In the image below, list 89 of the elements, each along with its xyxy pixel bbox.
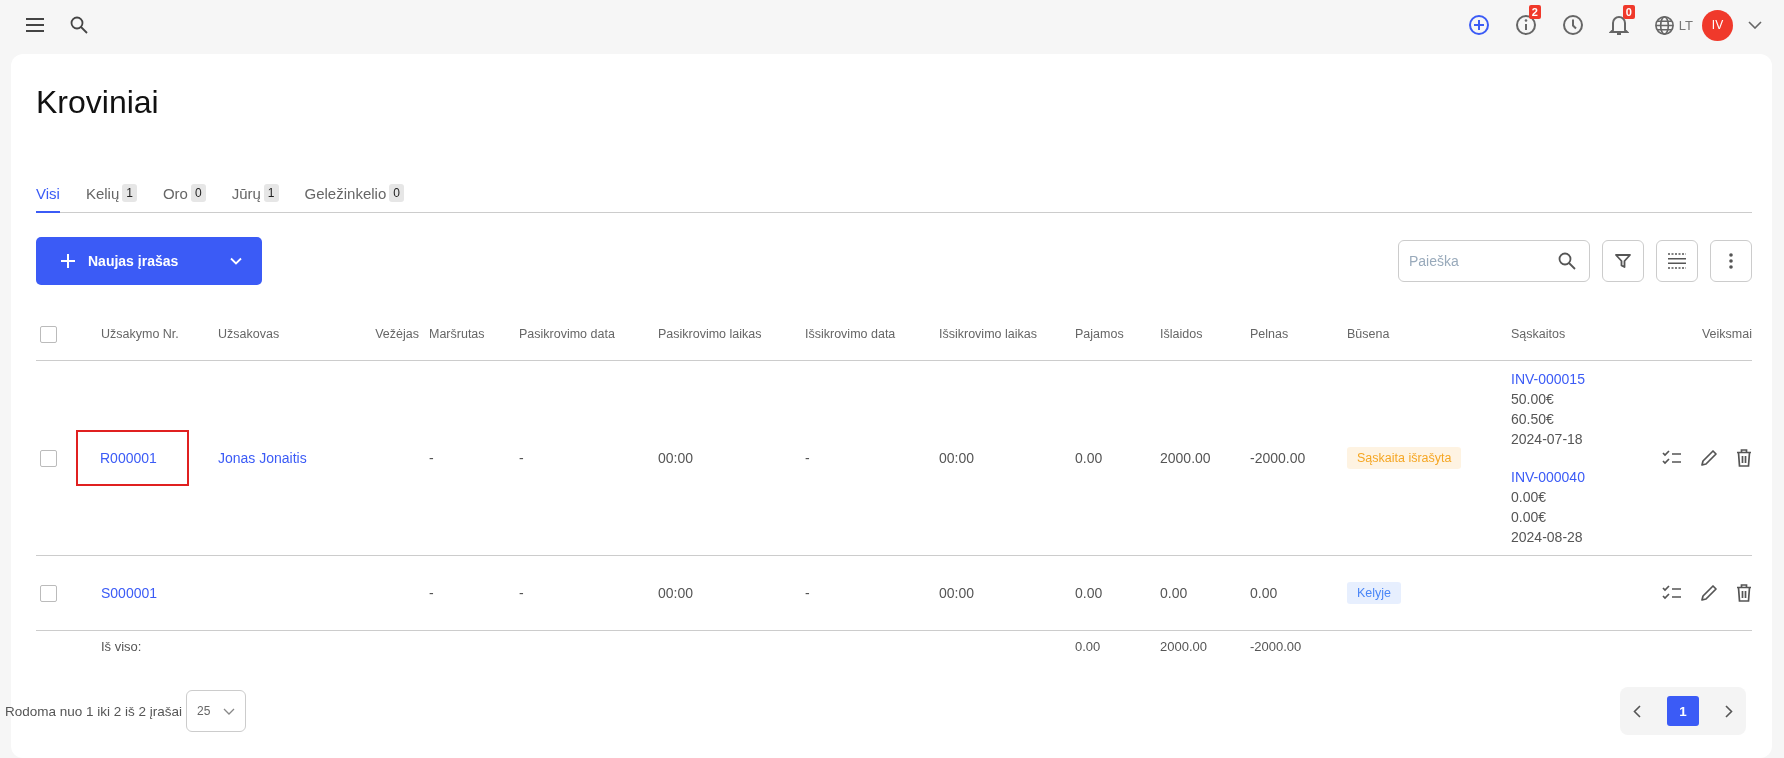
chevron-down-icon[interactable] (1748, 21, 1762, 29)
column-header: Pelnas (1250, 327, 1289, 341)
previous-page-icon[interactable] (1633, 704, 1641, 718)
column-header: Išlaidos (1160, 327, 1203, 341)
user-avatar[interactable]: IV (1702, 9, 1733, 41)
total-income: 0.00 (1075, 639, 1101, 654)
delete-icon[interactable] (1736, 449, 1752, 468)
notification-count: 2 (1528, 5, 1541, 19)
order-link[interactable]: S000001 (101, 571, 158, 615)
next-page-icon[interactable] (1725, 704, 1733, 718)
column-header: Pasikrovimo laikas (658, 327, 762, 341)
notification-count: 0 (1622, 5, 1635, 19)
table-cell: 0.00 (1075, 450, 1103, 466)
vertical-dots-icon (1729, 253, 1733, 269)
page-title: Kroviniai (36, 84, 160, 121)
table-cell: - (519, 585, 524, 601)
invoice-link[interactable]: INV-000015 (1511, 369, 1630, 389)
clock-icon[interactable] (1561, 14, 1584, 36)
table-cell: 00:00 (658, 450, 694, 466)
add-icon[interactable] (1467, 14, 1490, 36)
column-header: Maršrutas (429, 327, 485, 341)
plus-icon (60, 253, 76, 269)
invoice-detail: 0.00€ (1511, 508, 1548, 527)
tab[interactable]: Geležinkelio 0 (304, 180, 404, 213)
table-cell: 0.00 (1160, 585, 1188, 601)
search-icon[interactable] (1558, 252, 1576, 270)
table-cell: 00:00 (658, 585, 694, 601)
edit-icon[interactable] (1700, 449, 1719, 468)
info-icon[interactable] (1514, 14, 1537, 36)
filter-icon (1615, 253, 1631, 269)
bell-icon[interactable] (1608, 14, 1629, 36)
checklist-icon[interactable] (1662, 585, 1683, 602)
search-icon[interactable] (70, 16, 88, 34)
table-cell: 0.00 (1075, 585, 1103, 601)
column-header: Išsikrovimo data (805, 327, 896, 341)
edit-icon[interactable] (1700, 584, 1719, 603)
table-cell: - (519, 450, 524, 466)
columns-icon (1668, 253, 1686, 269)
column-header: Veiksmai (1701, 327, 1752, 341)
page-button[interactable]: 1 (1667, 696, 1699, 726)
column-header: Pajamos (1075, 327, 1124, 341)
invoice-detail: 60.50€ (1511, 410, 1555, 429)
table-cell: 00:00 (939, 450, 975, 466)
select-all-checkbox[interactable] (40, 325, 57, 343)
invoice-detail: 50.00€ (1511, 390, 1555, 409)
row-checkbox[interactable] (40, 584, 57, 602)
invoice-detail: 2024-07-18 (1511, 430, 1584, 449)
checklist-icon[interactable] (1662, 450, 1683, 467)
column-header: Pasikrovimo data (519, 327, 615, 341)
table-cell: -2000.00 (1250, 450, 1306, 466)
globe-icon[interactable] (1653, 14, 1675, 36)
column-header: Būsena (1347, 327, 1390, 341)
filter-button[interactable] (1602, 240, 1644, 282)
invoice-link[interactable]: INV-000040 (1511, 467, 1630, 487)
columns-button[interactable] (1656, 240, 1698, 282)
menu-icon[interactable] (26, 18, 44, 32)
table-cell: - (805, 450, 810, 466)
column-header: Išsikrovimo laikas (939, 327, 1037, 341)
invoice-detail: 0.00€ (1511, 488, 1548, 507)
table-cell: - (429, 585, 434, 601)
order-link[interactable]: R000001 (78, 432, 187, 484)
table-cell: 0.00 (1250, 585, 1278, 601)
table-cell: 00:00 (939, 585, 975, 601)
invoice-detail: 2024-08-28 (1511, 528, 1584, 547)
row-checkbox[interactable] (40, 449, 57, 467)
status-tag: Kelyje (1347, 582, 1402, 604)
tab[interactable]: Jūrų 1 (231, 180, 279, 213)
delete-icon[interactable] (1736, 584, 1752, 603)
tab[interactable]: Oro 0 (162, 180, 206, 213)
table-cell: - (429, 450, 434, 466)
language-label[interactable]: LT (1678, 17, 1693, 33)
chevron-down-icon (223, 707, 236, 715)
table-cell: - (805, 585, 810, 601)
page-size-select[interactable]: 25 (186, 690, 247, 732)
column-header: Užsakymo Nr. (101, 327, 179, 341)
status-tag: Sąskaita išrašyta (1347, 447, 1462, 469)
client-link[interactable]: Jonas Jonaitis (218, 450, 307, 466)
table-cell: 2000.00 (1160, 450, 1211, 466)
tab[interactable]: Visi (36, 180, 60, 213)
total-profit: -2000.00 (1250, 639, 1302, 654)
tab[interactable]: Kelių 1 (85, 180, 137, 213)
total-expenses: 2000.00 (1160, 639, 1207, 654)
records-summary: Rodoma nuo 1 iki 2 iš 2 įrašai (5, 703, 183, 719)
new-record-button[interactable]: Naujas įrašas (36, 237, 262, 285)
totals-label: Iš viso: (101, 639, 142, 654)
column-header: Užsakovas (218, 327, 280, 341)
column-header: Vežėjas (375, 327, 419, 341)
column-header: Sąskaitos (1511, 327, 1566, 341)
search-field[interactable]: Paieška (1398, 240, 1590, 282)
